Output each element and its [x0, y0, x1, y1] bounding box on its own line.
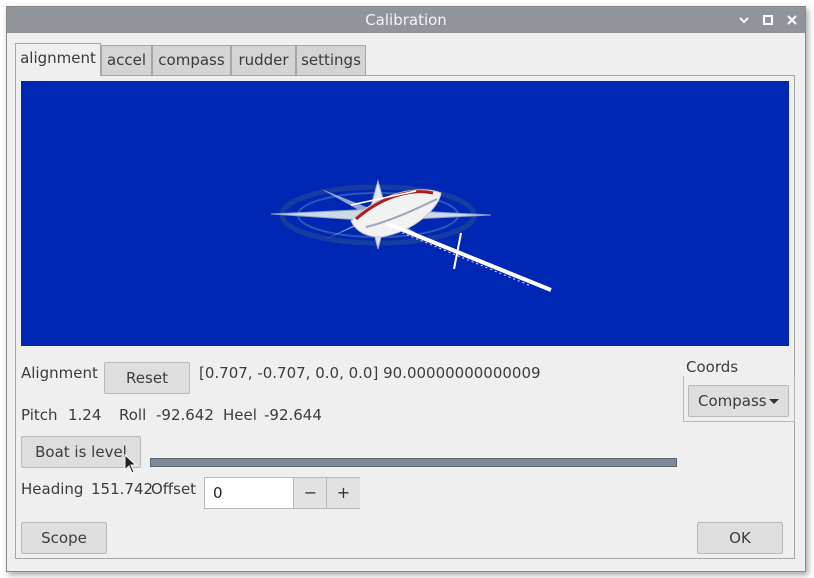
offset-label: Offset: [151, 480, 197, 498]
boat-3d-view[interactable]: [21, 81, 789, 346]
tab-accel[interactable]: accel: [101, 45, 152, 75]
tab-settings[interactable]: settings: [296, 45, 366, 75]
pitch-label: Pitch: [21, 406, 58, 424]
coords-dropdown-value: Compass: [698, 392, 767, 410]
coords-label: Coords: [686, 358, 739, 376]
roll-label: Roll: [119, 406, 147, 424]
window-title: Calibration: [365, 11, 447, 29]
offset-increment-button[interactable]: +: [326, 478, 360, 508]
ok-button[interactable]: OK: [697, 522, 783, 554]
alignment-label: Alignment: [21, 364, 98, 382]
close-icon[interactable]: [785, 13, 799, 27]
dropdown-arrow-icon: [769, 386, 779, 426]
coords-dropdown[interactable]: Compass: [688, 385, 789, 417]
roll-value: -92.642: [156, 406, 214, 424]
tab-alignment[interactable]: alignment: [15, 43, 101, 76]
pitch-value: 1.24: [68, 406, 102, 424]
scope-button[interactable]: Scope: [21, 522, 107, 554]
alignment-value: [0.707, -0.707, 0.0, 0.0] 90.00000000000…: [199, 364, 541, 382]
heel-label: Heel: [223, 406, 257, 424]
minimize-icon[interactable]: [737, 13, 751, 27]
offset-decrement-button[interactable]: −: [293, 478, 327, 508]
maximize-icon[interactable]: [761, 13, 775, 27]
heading-value: 151.742: [91, 480, 154, 498]
offset-spinbox: − +: [204, 477, 360, 509]
mouse-cursor-icon: [124, 453, 138, 474]
boat-model-render: [270, 179, 552, 292]
calibration-window: Calibration alignment accel compass rudd…: [6, 6, 806, 572]
tab-compass[interactable]: compass: [152, 45, 231, 75]
level-progress-bar: [150, 458, 677, 467]
title-bar[interactable]: Calibration: [7, 7, 805, 33]
heel-value: -92.644: [264, 406, 322, 424]
tab-rudder[interactable]: rudder: [231, 45, 296, 75]
reset-button[interactable]: Reset: [104, 362, 190, 394]
offset-input[interactable]: [205, 478, 293, 508]
heading-label: Heading: [21, 480, 84, 498]
boat-is-level-button[interactable]: Boat is level: [21, 436, 141, 468]
